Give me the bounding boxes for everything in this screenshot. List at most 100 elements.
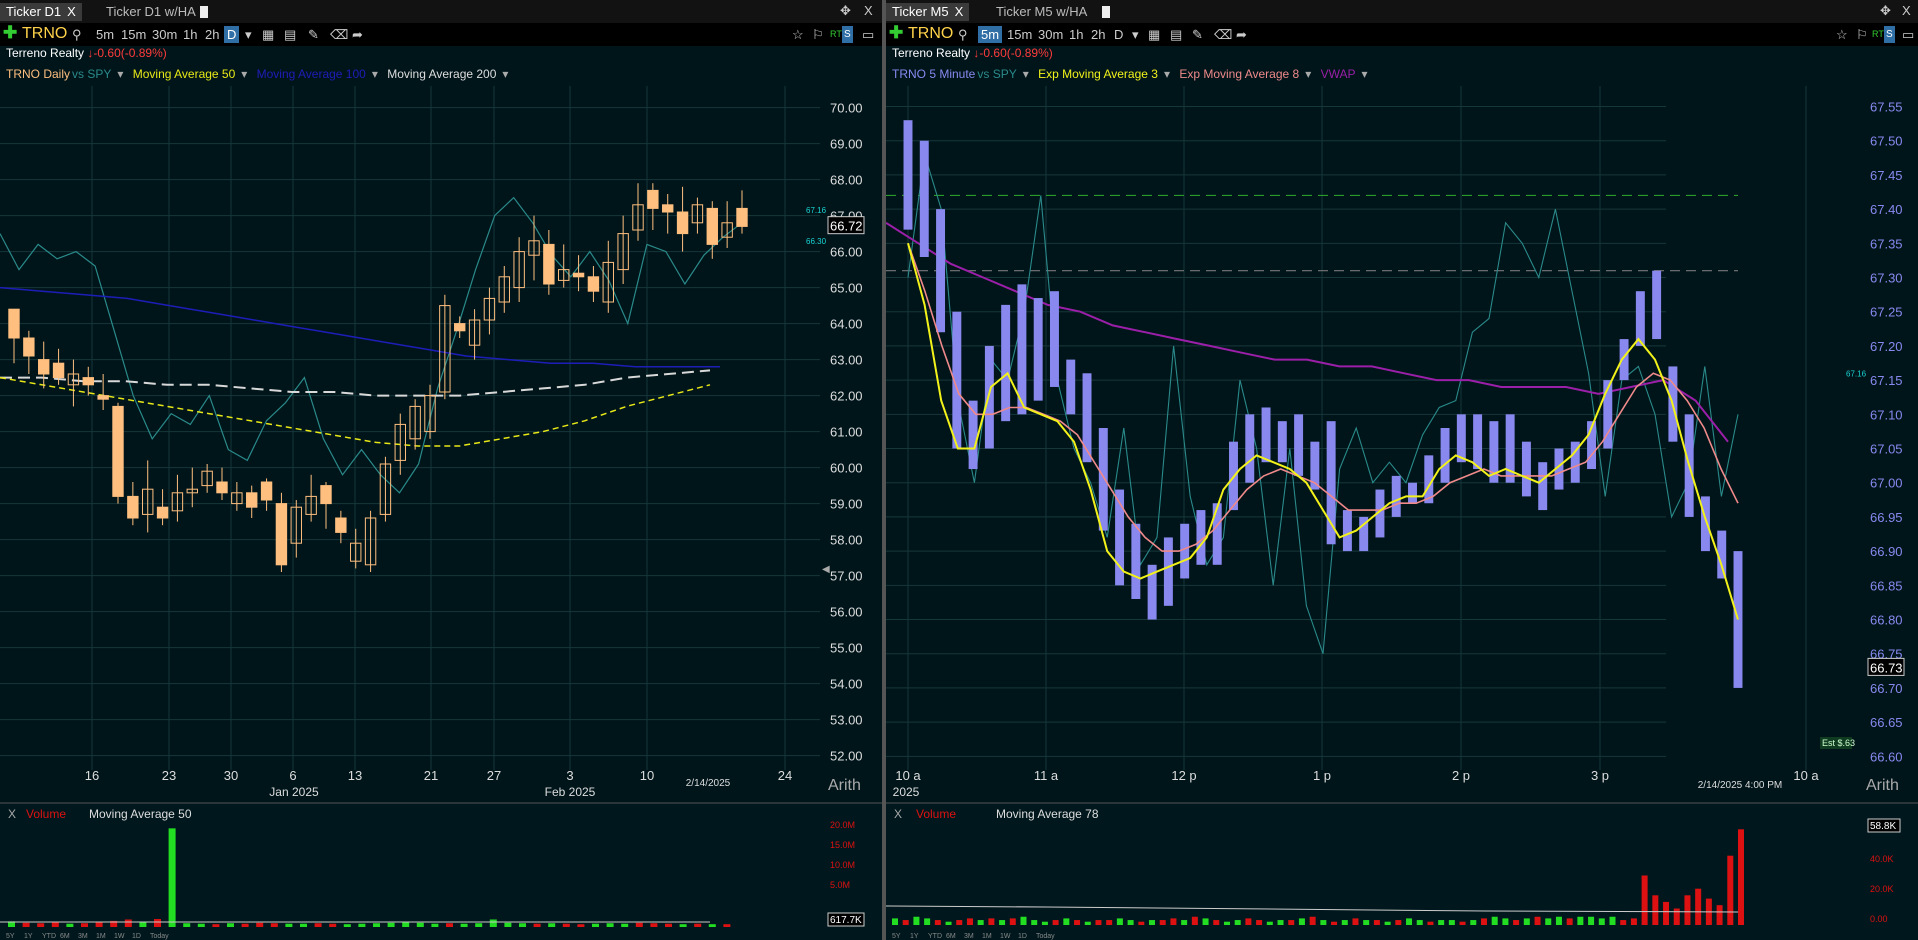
candle <box>572 272 585 278</box>
volume-tick: 20.0K <box>1870 884 1894 894</box>
volume-bar <box>1020 916 1027 925</box>
candle <box>275 503 288 566</box>
volume-bar <box>460 923 468 927</box>
volume-bar <box>1416 920 1423 925</box>
volume-bar <box>956 920 963 925</box>
volume-bar <box>1545 918 1552 925</box>
y-tick-label: 68.00 <box>830 173 863 188</box>
y-tick-label: 53.00 <box>830 713 863 728</box>
volume-bar <box>1138 921 1145 925</box>
ha-bar <box>1277 421 1287 463</box>
ha-bar <box>1049 291 1059 387</box>
volume-last-label: 617.7K <box>830 915 862 926</box>
range-button: YTD <box>42 933 56 940</box>
volume-bar <box>1588 916 1595 925</box>
volume-bar <box>1598 918 1605 925</box>
y-tick-label: 59.00 <box>830 497 863 512</box>
candle <box>587 276 600 292</box>
intraday-price-chart[interactable]: 67.55 67.50 67.45 67.40 67.35 67.30 67.25 67.20… <box>886 0 1918 940</box>
price-marker: 67.16 <box>1846 369 1867 378</box>
volume-bar <box>1266 921 1273 925</box>
volume-bar <box>139 922 147 927</box>
x-tick-label: 3 p <box>1591 768 1609 783</box>
volume-bar <box>665 923 672 927</box>
range-button: 1M <box>982 933 992 940</box>
candle <box>156 506 169 519</box>
range-button: 1W <box>1000 933 1011 940</box>
volume-bar <box>934 920 941 925</box>
volume-bar <box>329 923 337 927</box>
volume-bar <box>1534 916 1541 925</box>
x-tick-label: 24 <box>778 768 792 783</box>
volume-bar <box>431 923 439 927</box>
y-tick-label: 61.00 <box>830 425 863 440</box>
volume-last-label: 58.8K <box>1870 821 1896 832</box>
volume-bar <box>1448 920 1455 925</box>
volume-bar <box>475 923 483 927</box>
volume-bar <box>1256 920 1263 925</box>
volume-bar <box>1673 908 1680 925</box>
volume-bar <box>1523 918 1530 925</box>
y-tick-label: 67.50 <box>1870 134 1903 149</box>
y-tick-label: 67.15 <box>1870 373 1903 388</box>
volume-bar <box>197 923 205 927</box>
candle <box>8 308 20 339</box>
x-tick-label: 3 <box>566 768 573 783</box>
volume-bar <box>1384 921 1391 925</box>
x-tick-label: 21 <box>424 768 438 783</box>
x-tick-sublabel: Feb 2025 <box>545 785 596 799</box>
y-tick-label: 67.10 <box>1870 407 1903 422</box>
volume-bar <box>723 924 731 927</box>
ha-bar <box>1391 475 1401 517</box>
y-tick-label: 58.00 <box>830 533 863 548</box>
volume-bar <box>1159 920 1166 925</box>
volume-bar <box>212 924 220 927</box>
price-marker: 67.16 <box>806 206 827 215</box>
y-tick-label: 60.00 <box>830 461 863 476</box>
candle <box>454 323 466 332</box>
x-tick-label: 10 <box>640 768 654 783</box>
daily-price-chart[interactable]: 70.0069.0068.0067.0066.0065.0064.0063.00… <box>0 0 882 940</box>
volume-bar <box>402 922 410 927</box>
volume-bar <box>95 921 103 927</box>
volume-bar <box>1095 920 1102 925</box>
candle <box>97 395 109 400</box>
x-tick-label: 10 a <box>895 768 921 783</box>
volume-bar <box>694 923 702 927</box>
price-marker: 66.30 <box>806 237 827 246</box>
volume-bar <box>124 919 132 927</box>
y-tick-label: 62.00 <box>830 389 863 404</box>
volume-bar <box>1309 916 1316 925</box>
volume-bar <box>1041 921 1048 925</box>
range-button: Today <box>150 933 169 940</box>
ha-bar <box>1261 407 1271 463</box>
y-tick-label: 66.80 <box>1870 613 1903 628</box>
volume-bar <box>1630 918 1637 925</box>
volume-bar <box>241 923 249 927</box>
volume-bar <box>1031 920 1038 925</box>
ha-bar <box>1700 496 1710 552</box>
volume-ma-label: Moving Average 50 <box>89 807 192 821</box>
y-tick-label: 67.05 <box>1870 442 1903 457</box>
candle <box>647 189 659 209</box>
x-tick-label: 30 <box>224 768 238 783</box>
ha-bar <box>1521 441 1531 497</box>
volume-label: Volume <box>916 807 956 821</box>
x-tick-label: 1 p <box>1313 768 1331 783</box>
volume-bar <box>1116 918 1123 925</box>
volume-bar <box>913 916 920 925</box>
volume-pane-bg <box>886 803 1918 940</box>
volume-bar <box>183 923 191 927</box>
intraday-chart-pane: Ticker M5 X Ticker M5 w/HA ✥ X ✚ TRNO ⚲ 5… <box>886 0 1918 940</box>
candle <box>52 362 65 379</box>
x-tick-sublabel: Jan 2025 <box>269 785 319 799</box>
vwap-series <box>886 221 1729 443</box>
volume-bar <box>1202 918 1209 925</box>
ha-bar <box>1163 537 1173 606</box>
volume-tick: 5.0M <box>830 880 850 890</box>
scale-mode: Arith <box>828 777 861 794</box>
ha-bar <box>984 345 994 449</box>
volume-bar <box>924 918 931 925</box>
y-tick-label: 67.55 <box>1870 100 1903 115</box>
volume-bar <box>51 922 59 927</box>
